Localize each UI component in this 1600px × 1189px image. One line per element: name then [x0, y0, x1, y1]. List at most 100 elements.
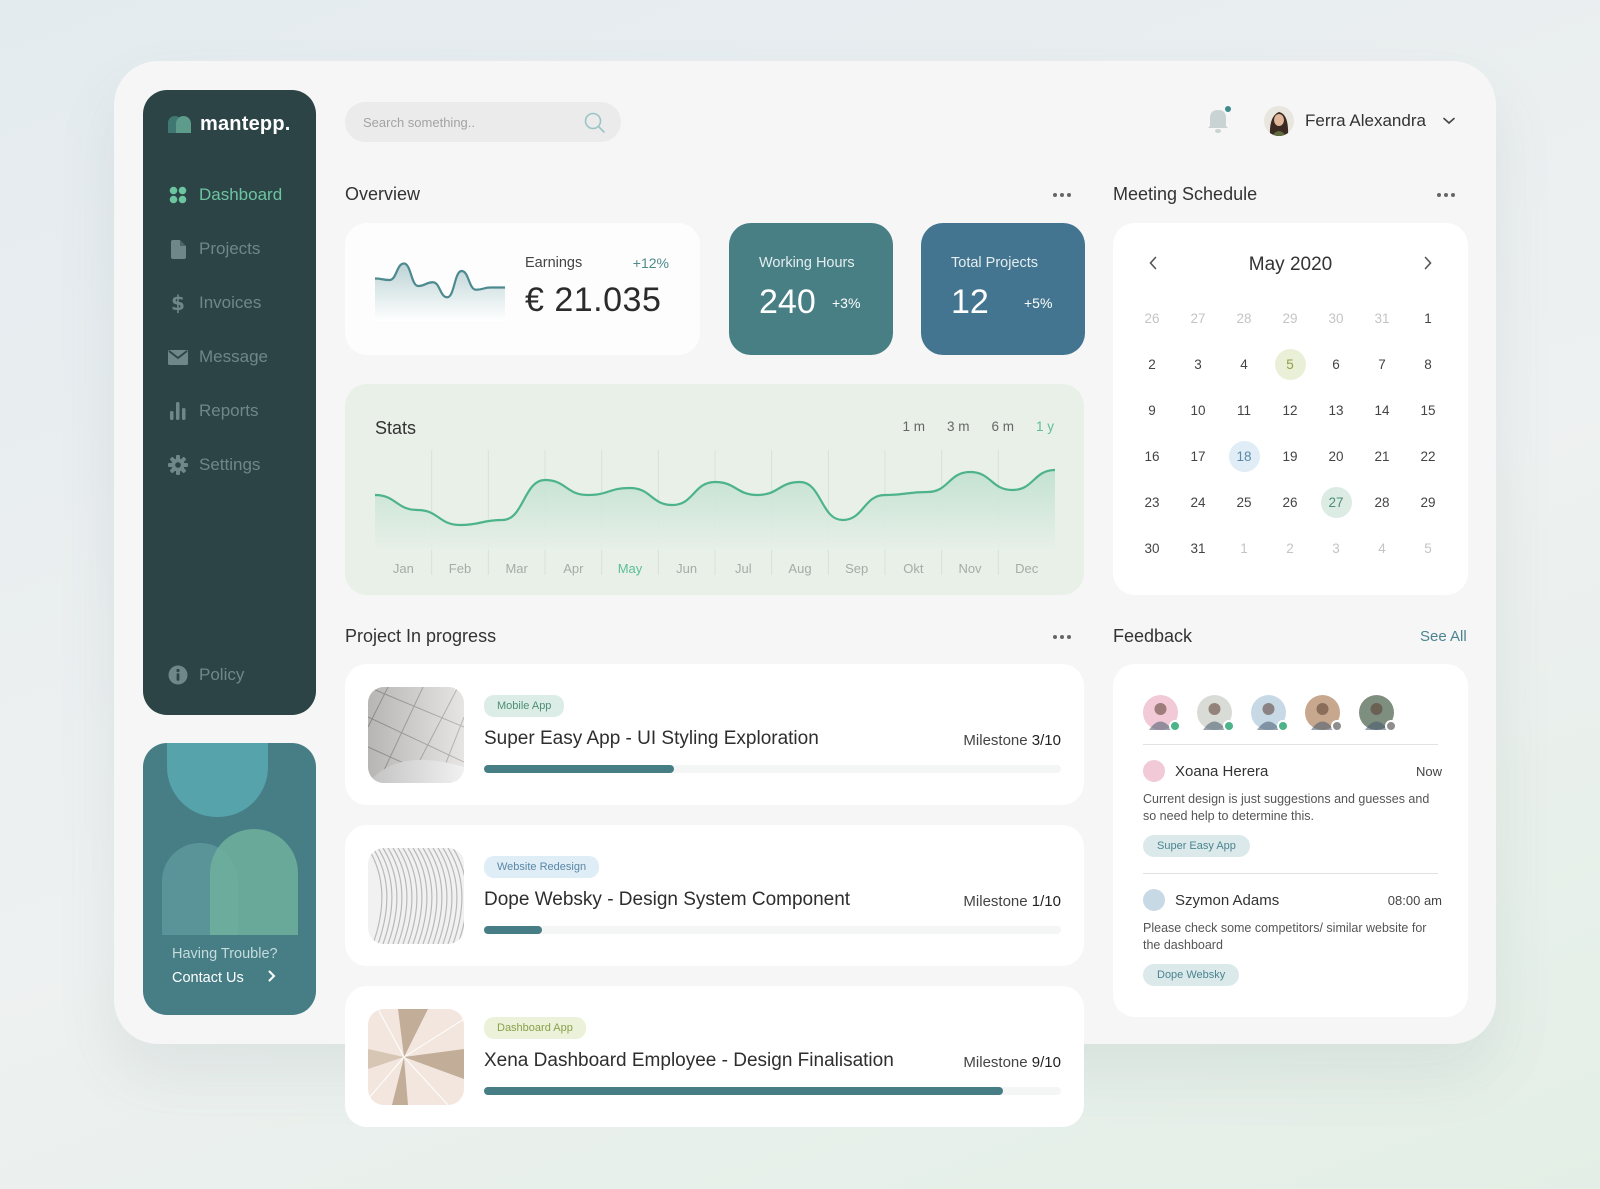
calendar-day[interactable]: 28: [1221, 295, 1267, 341]
projects-title: Project In progress: [345, 626, 497, 646]
sidebar-item-projects[interactable]: Projects: [168, 238, 282, 260]
see-all-link[interactable]: See All: [1420, 628, 1467, 645]
range-tab-1m[interactable]: 1 m: [902, 419, 925, 434]
calendar-day[interactable]: 8: [1405, 341, 1451, 387]
calendar-day[interactable]: 5: [1405, 525, 1451, 571]
sidebar-item-dashboard[interactable]: Dashboard: [168, 184, 282, 206]
sidebar-item-settings[interactable]: Settings: [168, 454, 282, 476]
calendar-day[interactable]: 3: [1175, 341, 1221, 387]
feedback-avatar[interactable]: [1143, 695, 1181, 732]
feedback-avatar[interactable]: [1359, 695, 1397, 732]
range-tab-3m[interactable]: 3 m: [947, 419, 970, 434]
calendar-day[interactable]: 11: [1221, 387, 1267, 433]
x-tick-label: Jun: [676, 561, 697, 576]
range-tab-1y[interactable]: 1 y: [1036, 419, 1054, 434]
calendar-day[interactable]: 22: [1405, 433, 1451, 479]
calendar-day-number: 19: [1282, 448, 1298, 464]
calendar-day[interactable]: 12: [1267, 387, 1313, 433]
calendar-day-number: 1: [1424, 310, 1432, 326]
calendar-day-number: 17: [1190, 448, 1206, 464]
feedback-project-chip[interactable]: Super Easy App: [1143, 835, 1250, 857]
feedback-author: Xoana Herera: [1175, 762, 1269, 780]
project-thumbnail: [368, 687, 464, 783]
calendar-day[interactable]: 27: [1313, 479, 1359, 525]
project-card[interactable]: Mobile App Super Easy App - UI Styling E…: [345, 664, 1084, 805]
calendar-day[interactable]: 26: [1129, 295, 1175, 341]
sidebar-item-message[interactable]: Message: [168, 346, 282, 368]
decorative-shape: [167, 743, 268, 817]
calendar-day[interactable]: 2: [1129, 341, 1175, 387]
calendar-day[interactable]: 26: [1267, 479, 1313, 525]
calendar-day[interactable]: 17: [1175, 433, 1221, 479]
calendar-day[interactable]: 15: [1405, 387, 1451, 433]
project-card[interactable]: Website Redesign Dope Websky - Design Sy…: [345, 825, 1084, 966]
calendar: May 2020 26 27 28 29 30 31 1 2 3 4 5 6 7 8 9 10 11 12 13 14…: [1113, 223, 1468, 595]
feedback-project-chip[interactable]: Dope Websky: [1143, 964, 1240, 986]
search-input[interactable]: [363, 114, 563, 130]
calendar-day[interactable]: 23: [1129, 479, 1175, 525]
projects-more-button[interactable]: [1053, 635, 1071, 639]
next-month-button[interactable]: [1424, 256, 1432, 275]
notification-button[interactable]: [1206, 106, 1232, 139]
sidebar-item-policy[interactable]: Policy: [168, 664, 244, 686]
info-icon: [168, 665, 188, 685]
calendar-day[interactable]: 30: [1313, 295, 1359, 341]
total-projects-card: Total Projects 12 +5%: [921, 223, 1085, 355]
calendar-day[interactable]: 4: [1221, 341, 1267, 387]
meeting-title: Meeting Schedule: [1113, 184, 1258, 204]
calendar-day-number: 5: [1274, 348, 1306, 380]
calendar-day[interactable]: 31: [1359, 295, 1405, 341]
sidebar-item-invoices[interactable]: $ Invoices: [168, 292, 282, 314]
calendar-day-number: 28: [1236, 310, 1252, 326]
range-tabs: 1 m 3 m 6 m 1 y: [902, 419, 1054, 434]
working-hours-value: 240: [759, 283, 816, 321]
overview-more-button[interactable]: [1053, 193, 1071, 197]
file-icon: [168, 239, 188, 259]
calendar-day[interactable]: 31: [1175, 525, 1221, 571]
project-name: Dope Websky - Design System Component: [484, 889, 851, 910]
calendar-day[interactable]: 29: [1267, 295, 1313, 341]
feedback-avatar[interactable]: [1305, 695, 1343, 732]
feedback-avatar[interactable]: [1251, 695, 1289, 732]
range-tab-6m[interactable]: 6 m: [991, 419, 1014, 434]
calendar-day[interactable]: 20: [1313, 433, 1359, 479]
calendar-day[interactable]: 24: [1175, 479, 1221, 525]
calendar-day[interactable]: 21: [1359, 433, 1405, 479]
search-icon[interactable]: [584, 112, 605, 138]
user-menu[interactable]: Ferra Alexandra: [1264, 106, 1455, 136]
sidebar-item-reports[interactable]: Reports: [168, 400, 282, 422]
calendar-day-number: 23: [1144, 494, 1160, 510]
calendar-day[interactable]: 9: [1129, 387, 1175, 433]
calendar-day[interactable]: 1: [1221, 525, 1267, 571]
calendar-day[interactable]: 28: [1359, 479, 1405, 525]
calendar-day[interactable]: 29: [1405, 479, 1451, 525]
calendar-day[interactable]: 3: [1313, 525, 1359, 571]
calendar-day[interactable]: 25: [1221, 479, 1267, 525]
contact-us-link[interactable]: Contact Us: [172, 970, 276, 986]
earnings-label: Earnings: [525, 255, 583, 271]
working-hours-card: Working Hours 240 +3%: [729, 223, 893, 355]
feedback-avatar[interactable]: [1197, 695, 1235, 732]
calendar-day-number: 27: [1190, 310, 1206, 326]
calendar-day[interactable]: 1: [1405, 295, 1451, 341]
calendar-day[interactable]: 19: [1267, 433, 1313, 479]
calendar-day[interactable]: 16: [1129, 433, 1175, 479]
calendar-day[interactable]: 13: [1313, 387, 1359, 433]
x-tick-label: Jul: [735, 561, 752, 576]
calendar-day[interactable]: 7: [1359, 341, 1405, 387]
calendar-day[interactable]: 2: [1267, 525, 1313, 571]
calendar-day[interactable]: 5: [1267, 341, 1313, 387]
calendar-day[interactable]: 10: [1175, 387, 1221, 433]
decorative-shape: [210, 829, 298, 935]
calendar-day[interactable]: 4: [1359, 525, 1405, 571]
calendar-day[interactable]: 6: [1313, 341, 1359, 387]
calendar-day[interactable]: 18: [1221, 433, 1267, 479]
calendar-day[interactable]: 27: [1175, 295, 1221, 341]
project-card[interactable]: Dashboard App Xena Dashboard Employee - …: [345, 986, 1084, 1127]
calendar-day[interactable]: 14: [1359, 387, 1405, 433]
feedback-author-avatar: [1143, 760, 1165, 782]
logo[interactable]: mantepp.: [168, 113, 291, 136]
meeting-more-button[interactable]: [1437, 193, 1455, 197]
calendar-day-number: 29: [1282, 310, 1298, 326]
calendar-day[interactable]: 30: [1129, 525, 1175, 571]
